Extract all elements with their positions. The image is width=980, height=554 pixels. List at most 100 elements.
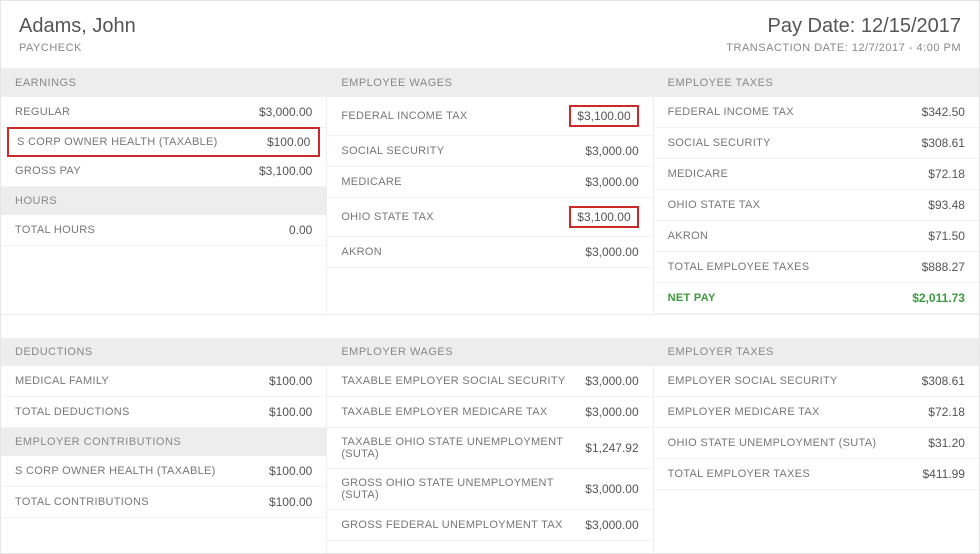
table-row: TAXABLE EMPLOYER SOCIAL SECURITY $3,000.…	[327, 366, 652, 397]
row-value: $3,100.00	[259, 164, 312, 178]
table-row: TAXABLE EMPLOYER MEDICARE TAX $3,000.00	[327, 397, 652, 428]
row-label: GROSS OHIO STATE UNEMPLOYMENT (SUTA)	[341, 477, 585, 501]
table-row: TOTAL HOURS 0.00	[1, 215, 326, 246]
divider	[1, 314, 979, 338]
col-employee-wages: EMPLOYEE WAGES FEDERAL INCOME TAX $3,100…	[327, 69, 653, 314]
col-earnings: EARNINGS REGULAR $3,000.00 S CORP OWNER …	[1, 69, 327, 314]
row-value: $3,000.00	[585, 144, 638, 158]
pay-date: Pay Date: 12/15/2017	[726, 15, 961, 38]
row-label: AKRON	[341, 246, 382, 258]
table-row: OHIO STATE TAX $93.48	[654, 190, 979, 221]
row-label: OHIO STATE TAX	[668, 199, 761, 211]
hours-title: HOURS	[1, 187, 326, 215]
row-value: $3,000.00	[585, 405, 638, 419]
table-row: EMPLOYER SOCIAL SECURITY $308.61	[654, 366, 979, 397]
row-label: AKRON	[668, 230, 709, 242]
row-value: $93.48	[928, 198, 965, 212]
row-label: TOTAL CONTRIBUTIONS	[15, 496, 149, 508]
row-value: $3,000.00	[259, 105, 312, 119]
table-row: SOCIAL SECURITY $3,000.00	[327, 136, 652, 167]
row-value: $888.27	[922, 260, 965, 274]
row-value: $308.61	[922, 136, 965, 150]
row-value: $3,100.00	[569, 105, 639, 127]
row-value: $100.00	[269, 405, 312, 419]
table-row: TAXABLE OHIO STATE UNEMPLOYMENT (SUTA) $…	[327, 428, 652, 469]
row-value: $308.61	[922, 374, 965, 388]
row-value: $1,247.92	[585, 441, 638, 455]
table-row: TOTAL EMPLOYEE TAXES $888.27	[654, 252, 979, 283]
row-label: TOTAL EMPLOYER TAXES	[668, 468, 810, 480]
employee-wages-title: EMPLOYEE WAGES	[327, 69, 652, 97]
table-row: GROSS PAY $3,100.00	[1, 156, 326, 187]
employee-taxes-title: EMPLOYEE TAXES	[654, 69, 979, 97]
row-label: GROSS PAY	[15, 165, 81, 177]
row-value: $72.18	[928, 167, 965, 181]
row-value: $31.20	[928, 436, 965, 450]
transaction-date: TRANSACTION DATE: 12/7/2017 - 4:00 PM	[726, 42, 961, 54]
upper-columns: EARNINGS REGULAR $3,000.00 S CORP OWNER …	[1, 69, 979, 314]
row-value: $2,011.73	[912, 291, 965, 305]
header-left: Adams, John PAYCHECK	[19, 15, 136, 54]
row-label: FEDERAL INCOME TAX	[668, 106, 794, 118]
row-label: S CORP OWNER HEALTH (TAXABLE)	[15, 465, 216, 477]
row-label: EMPLOYER SOCIAL SECURITY	[668, 375, 838, 387]
table-row: GROSS OHIO STATE UNEMPLOYMENT (SUTA) $3,…	[327, 469, 652, 510]
row-label: SOCIAL SECURITY	[341, 145, 444, 157]
table-row: OHIO STATE TAX $3,100.00	[327, 198, 652, 237]
employer-taxes-title: EMPLOYER TAXES	[654, 338, 979, 366]
row-label: OHIO STATE TAX	[341, 211, 434, 223]
row-label: TOTAL HOURS	[15, 224, 95, 236]
row-label: S CORP OWNER HEALTH (TAXABLE)	[17, 136, 218, 148]
header: Adams, John PAYCHECK Pay Date: 12/15/201…	[1, 1, 979, 69]
header-right: Pay Date: 12/15/2017 TRANSACTION DATE: 1…	[726, 15, 961, 54]
row-value: $3,000.00	[585, 482, 638, 496]
row-value: $342.50	[922, 105, 965, 119]
table-row: TOTAL DEDUCTIONS $100.00	[1, 397, 326, 428]
row-value: $100.00	[269, 464, 312, 478]
employer-wages-title: EMPLOYER WAGES	[327, 338, 652, 366]
employee-name: Adams, John	[19, 15, 136, 38]
row-value: $100.00	[269, 374, 312, 388]
table-row: AKRON $3,000.00	[327, 237, 652, 268]
deductions-title: DEDUCTIONS	[1, 338, 326, 366]
col-employer-wages: EMPLOYER WAGES TAXABLE EMPLOYER SOCIAL S…	[327, 338, 653, 553]
row-label: TAXABLE OHIO STATE UNEMPLOYMENT (SUTA)	[341, 436, 585, 460]
row-value: $3,000.00	[585, 245, 638, 259]
row-label: FEDERAL INCOME TAX	[341, 110, 467, 122]
row-label: NET PAY	[668, 292, 716, 304]
lower-columns: DEDUCTIONS MEDICAL FAMILY $100.00 TOTAL …	[1, 338, 979, 553]
row-label: TOTAL EMPLOYEE TAXES	[668, 261, 810, 273]
table-row: OHIO STATE UNEMPLOYMENT (SUTA) $31.20	[654, 428, 979, 459]
row-value: $3,000.00	[585, 175, 638, 189]
row-value: $71.50	[928, 229, 965, 243]
row-label: REGULAR	[15, 106, 70, 118]
row-label: MEDICARE	[341, 176, 401, 188]
row-value: $411.99	[922, 467, 965, 481]
table-row: S CORP OWNER HEALTH (TAXABLE) $100.00	[7, 127, 320, 157]
col-employee-taxes: EMPLOYEE TAXES FEDERAL INCOME TAX $342.5…	[654, 69, 979, 314]
row-label: TAXABLE EMPLOYER SOCIAL SECURITY	[341, 375, 565, 387]
row-value: $100.00	[267, 135, 310, 149]
table-row: MEDICAL FAMILY $100.00	[1, 366, 326, 397]
net-pay-row: NET PAY $2,011.73	[654, 283, 979, 314]
row-label: OHIO STATE UNEMPLOYMENT (SUTA)	[668, 437, 877, 449]
paycheck-page: Adams, John PAYCHECK Pay Date: 12/15/201…	[0, 0, 980, 554]
col-employer-taxes: EMPLOYER TAXES EMPLOYER SOCIAL SECURITY …	[654, 338, 979, 553]
table-row: S CORP OWNER HEALTH (TAXABLE) $100.00	[1, 456, 326, 487]
table-row: GROSS FEDERAL UNEMPLOYMENT TAX $3,000.00	[327, 510, 652, 541]
col-deductions: DEDUCTIONS MEDICAL FAMILY $100.00 TOTAL …	[1, 338, 327, 553]
row-label: SOCIAL SECURITY	[668, 137, 771, 149]
row-label: MEDICARE	[668, 168, 728, 180]
doc-type: PAYCHECK	[19, 42, 136, 54]
row-value: $100.00	[269, 495, 312, 509]
table-row: FEDERAL INCOME TAX $342.50	[654, 97, 979, 128]
row-label: MEDICAL FAMILY	[15, 375, 109, 387]
row-value: 0.00	[289, 223, 312, 237]
row-value: $3,000.00	[585, 374, 638, 388]
row-label: TAXABLE EMPLOYER MEDICARE TAX	[341, 406, 547, 418]
employer-contrib-title: EMPLOYER CONTRIBUTIONS	[1, 428, 326, 456]
row-label: GROSS FEDERAL UNEMPLOYMENT TAX	[341, 519, 562, 531]
earnings-title: EARNINGS	[1, 69, 326, 97]
row-label: EMPLOYER MEDICARE TAX	[668, 406, 820, 418]
row-value: $3,100.00	[569, 206, 639, 228]
